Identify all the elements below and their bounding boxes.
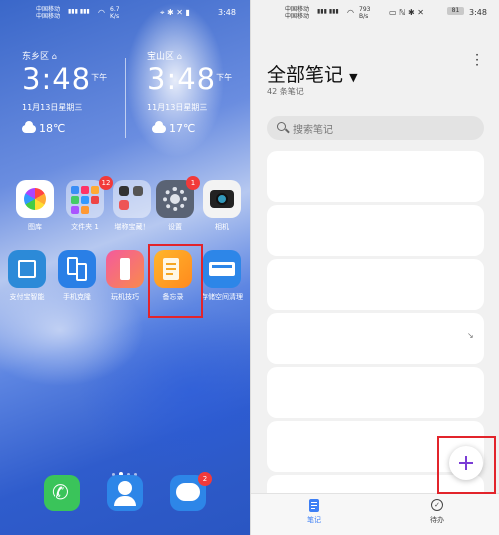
- memo-highlight: [148, 244, 203, 318]
- tab-todo[interactable]: ✓ 待办: [417, 499, 457, 525]
- network-speed-unit: B/s: [359, 13, 369, 20]
- app-label: 存储空间清理: [201, 293, 243, 301]
- notes-app: 中国移动 中国移动 ▮▮▮ ▮▮▮ ◠ 793 B/s ▭ ℕ ✱ ✕ 81 3…: [250, 0, 499, 535]
- network-speed-unit: K/s: [110, 13, 120, 20]
- contact-icon: [118, 481, 132, 495]
- contacts-app[interactable]: [107, 475, 143, 511]
- app-tips[interactable]: 玩机技巧: [98, 250, 152, 302]
- network-speed: 6.7 K/s: [110, 6, 120, 20]
- camera-icon: [203, 180, 241, 218]
- phone-clone-icon: [58, 250, 96, 288]
- app-label: 支付宝智能: [9, 293, 45, 301]
- network-speed-value: 793: [359, 6, 371, 13]
- app-phone-clone[interactable]: 手机克隆: [50, 250, 104, 302]
- app-storage-cleaner[interactable]: 存储空间清理: [195, 250, 249, 302]
- app-folder-1[interactable]: 文件夹 1 12: [58, 176, 113, 232]
- app-label: 设置: [168, 223, 182, 231]
- clock-ampm-1: 下午: [91, 73, 108, 82]
- carrier-2: 中国移动: [285, 13, 310, 20]
- home-screen: 中国移动 中国移动 ▮▮▮ ▮▮▮ ◠ 6.7 K/s ⌖ ✱ ✕ ▮ 3:48…: [0, 0, 250, 535]
- sd-card-icon: [203, 250, 241, 288]
- clock-location-2: 宝山区 ⌂: [147, 49, 182, 62]
- cloud-icon: [152, 121, 166, 133]
- search-placeholder: 搜索笔记: [293, 125, 333, 136]
- folder-icon: [113, 180, 151, 218]
- gallery-icon: [16, 180, 54, 218]
- app-settings[interactable]: 设置 1: [148, 176, 202, 232]
- clock-widget-2[interactable]: 3:48下午: [147, 62, 232, 96]
- note-card[interactable]: ↘: [267, 313, 484, 364]
- note-icon: [309, 499, 319, 512]
- checkmark-icon: ✓: [431, 499, 443, 511]
- clock-date-1: 11月13日星期三: [22, 103, 83, 112]
- battery-icon: 81: [447, 7, 464, 15]
- clock-widget-1[interactable]: 3:48下午: [22, 62, 107, 96]
- message-icon: [176, 483, 200, 501]
- temperature-2: 17℃: [169, 122, 196, 135]
- note-card[interactable]: [267, 205, 484, 256]
- carrier-1: 中国移动: [36, 6, 61, 13]
- clock-location-2-text: 宝山区: [147, 52, 175, 62]
- tab-notes[interactable]: 笔记: [294, 499, 334, 525]
- more-options-icon[interactable]: · · ·: [473, 49, 481, 71]
- arrow-icon: ↘: [467, 331, 474, 340]
- app-label: 玩机技巧: [111, 293, 139, 301]
- box-icon: [8, 250, 46, 288]
- wifi-icon: ◠: [98, 8, 105, 17]
- weather-2: 17℃: [152, 121, 196, 135]
- signal-icon: ▮▮▮ ▮▮▮: [317, 8, 339, 15]
- signal-icon: ▮▮▮ ▮▮▮: [68, 8, 90, 15]
- messages-badge: 2: [198, 472, 212, 486]
- add-button-highlight: [437, 436, 496, 494]
- tab-todo-label: 待办: [430, 516, 444, 524]
- carrier-2: 中国移动: [36, 13, 61, 20]
- app-alipay-smart[interactable]: 支付宝智能: [0, 250, 54, 302]
- carrier-info: 中国移动 中国移动: [36, 6, 60, 20]
- tips-icon: [106, 250, 144, 288]
- app-camera[interactable]: 相机: [195, 180, 249, 232]
- home-icon: ⌂: [51, 52, 57, 61]
- app-label: 图库: [28, 223, 42, 231]
- search-input[interactable]: 搜索笔记: [267, 116, 484, 140]
- phone-icon: ✆: [52, 480, 69, 504]
- status-icons: ▭ ℕ ✱ ✕: [389, 8, 424, 17]
- carrier-1: 中国移动: [285, 6, 310, 13]
- note-card[interactable]: [267, 259, 484, 310]
- network-speed: 793 B/s: [359, 6, 370, 20]
- app-label: 手机克隆: [63, 293, 91, 301]
- clock-ampm-2: 下午: [216, 73, 233, 82]
- status-time: 3:48: [469, 8, 487, 17]
- notes-count: 42 条笔记: [267, 87, 304, 96]
- bottom-tab-bar: 笔记 ✓ 待办: [251, 493, 499, 535]
- app-label: 文件夹 1: [71, 223, 99, 231]
- carrier-info: 中国移动 中国移动: [285, 6, 309, 20]
- clock-date-2: 11月13日星期三: [147, 103, 208, 112]
- cloud-icon: [22, 121, 36, 133]
- clock-location-1-text: 东乡区: [22, 52, 50, 62]
- app-gallery[interactable]: 图库: [8, 180, 62, 232]
- phone-app[interactable]: ✆: [44, 475, 80, 511]
- dropdown-arrow-icon: ▼: [349, 71, 358, 84]
- status-icons: ⌖ ✱ ✕ ▮: [160, 8, 190, 17]
- folder-icon: [66, 180, 104, 218]
- note-card[interactable]: [267, 151, 484, 202]
- app-label: 相机: [215, 223, 229, 231]
- network-speed-value: 6.7: [110, 6, 120, 13]
- page-title-text: 全部笔记: [267, 64, 344, 86]
- temperature-1: 18℃: [39, 122, 66, 135]
- page-title[interactable]: 全部笔记 ▼: [267, 60, 358, 87]
- clock-divider: [125, 58, 126, 138]
- status-time: 3:48: [218, 8, 236, 17]
- clock-time-1: 3:48: [22, 62, 92, 96]
- weather-1: 18℃: [22, 121, 66, 135]
- home-icon: ⌂: [176, 52, 182, 61]
- wifi-icon: ◠: [347, 8, 354, 17]
- tab-notes-label: 笔记: [307, 516, 321, 524]
- clock-time-2: 3:48: [147, 62, 217, 96]
- note-card[interactable]: [267, 367, 484, 418]
- clock-location-1: 东乡区 ⌂: [22, 49, 57, 62]
